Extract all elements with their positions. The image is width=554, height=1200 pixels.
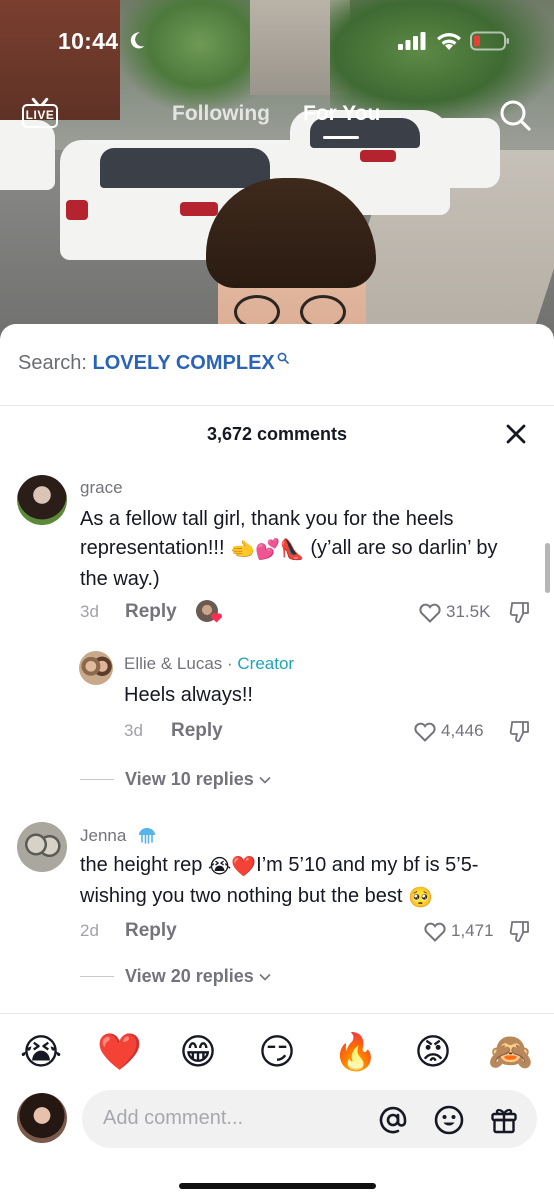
video-car-window	[100, 148, 270, 188]
search-suggestion-prefix: Search:	[18, 352, 93, 374]
like-button[interactable]: 31.5K	[418, 599, 490, 625]
status-time: 10:44	[58, 28, 119, 54]
creator-badge: Creator	[237, 654, 295, 673]
like-count: 1,471	[451, 921, 494, 940]
live-button[interactable]: LIVE	[22, 97, 58, 131]
emoji-button-fire[interactable]: 🔥	[333, 1030, 378, 1074]
like-count: 4,446	[441, 721, 484, 740]
emoji-button-see-no-evil[interactable]: 🙈	[488, 1030, 533, 1074]
user-avatar[interactable]	[17, 1093, 67, 1143]
search-icon	[277, 352, 289, 364]
home-indicator	[179, 1183, 376, 1189]
comment-text: As a fellow tall girl, thank you for the…	[80, 505, 530, 594]
emoji-button-smirk[interactable]: 😏	[255, 1030, 299, 1074]
avatar[interactable]	[17, 475, 67, 525]
emoji-icon[interactable]	[433, 1104, 465, 1136]
comment-username[interactable]: Jenna	[80, 825, 157, 846]
view-replies-button[interactable]: View 10 replies	[80, 769, 271, 790]
chevron-down-icon	[259, 973, 271, 981]
divider	[80, 779, 114, 780]
view-replies-button[interactable]: View 20 replies	[80, 966, 271, 987]
comment-input-placeholder: Add comment...	[103, 1107, 244, 1129]
heart-icon	[419, 603, 441, 623]
search-suggestion[interactable]: Search: LOVELY COMPLEX	[18, 352, 289, 375]
comment-input[interactable]: Add comment...	[82, 1090, 537, 1148]
moon-icon	[130, 32, 145, 49]
comment-time: 3d	[80, 602, 99, 621]
divider	[80, 976, 114, 977]
reply-button[interactable]: Reply	[125, 920, 177, 942]
video-car	[430, 118, 500, 188]
like-count: 31.5K	[446, 602, 491, 621]
reply-button[interactable]: Reply	[125, 601, 177, 623]
chevron-down-icon	[259, 776, 271, 784]
comment-text-part: the height rep	[80, 854, 208, 876]
video-taillight	[180, 202, 218, 216]
battery-icon	[470, 31, 509, 51]
gift-icon[interactable]	[488, 1104, 520, 1136]
heart-icon	[414, 722, 436, 742]
view-replies-label: View 10 replies	[125, 769, 254, 789]
comment-text: the height rep 😭❤️I’m 5’10 and my bf is …	[80, 851, 535, 913]
comment-username[interactable]: grace	[80, 478, 123, 498]
emoji-button-crying[interactable]: 😭	[19, 1030, 63, 1074]
heart-icon	[211, 613, 222, 623]
emoji-inline: 😭❤️	[207, 856, 257, 878]
video-building	[0, 0, 120, 120]
live-label: LIVE	[25, 108, 55, 122]
dislike-icon[interactable]	[509, 919, 531, 943]
comments-count: 3,672 comments	[206, 424, 348, 444]
close-icon[interactable]	[504, 422, 528, 446]
video-taillight	[66, 200, 88, 220]
emoji-inline: 🥺	[408, 887, 433, 909]
signal-icon	[398, 32, 426, 50]
scrollbar[interactable]	[545, 543, 550, 593]
comment-username-text: Ellie & Lucas	[124, 654, 223, 673]
search-suggestion-keyword[interactable]: LOVELY COMPLEX	[92, 352, 274, 374]
reply-button[interactable]: Reply	[171, 720, 223, 742]
comment-username-text: Jenna	[80, 826, 127, 845]
comment-time: 2d	[80, 921, 99, 940]
tab-active-indicator	[323, 136, 359, 139]
at-icon[interactable]	[377, 1104, 409, 1136]
emoji-quick-bar: 😭 ❤️ 😁 😏 🔥 😡 🙈	[0, 1030, 554, 1074]
username-separator: ·	[222, 654, 238, 673]
divider	[0, 405, 554, 406]
view-replies-label: View 20 replies	[125, 966, 254, 986]
search-icon[interactable]	[498, 98, 532, 132]
avatar[interactable]	[79, 651, 113, 685]
dislike-icon[interactable]	[509, 600, 531, 624]
jellyfish-icon	[139, 828, 156, 844]
dislike-icon[interactable]	[509, 719, 531, 743]
heart-icon	[424, 922, 446, 942]
like-button[interactable]: 4,446	[413, 718, 484, 744]
like-button[interactable]: 1,471	[423, 918, 494, 944]
comment-username[interactable]: Ellie & Lucas · Creator	[124, 654, 294, 674]
comment-time: 3d	[124, 721, 143, 740]
emoji-button-heart[interactable]: ❤️	[97, 1030, 142, 1074]
comment-text: Heels always!!	[124, 684, 253, 706]
tab-for-you[interactable]: For You	[303, 102, 380, 126]
avatar[interactable]	[17, 822, 67, 872]
emoji-inline: 🫲💕👠	[230, 539, 305, 561]
wifi-icon	[437, 33, 461, 50]
emoji-button-angry[interactable]: 😡	[411, 1030, 455, 1074]
emoji-button-grin[interactable]: 😁	[176, 1030, 220, 1074]
video-taillight	[360, 150, 396, 162]
tab-following[interactable]: Following	[172, 102, 270, 126]
divider	[0, 1013, 554, 1014]
